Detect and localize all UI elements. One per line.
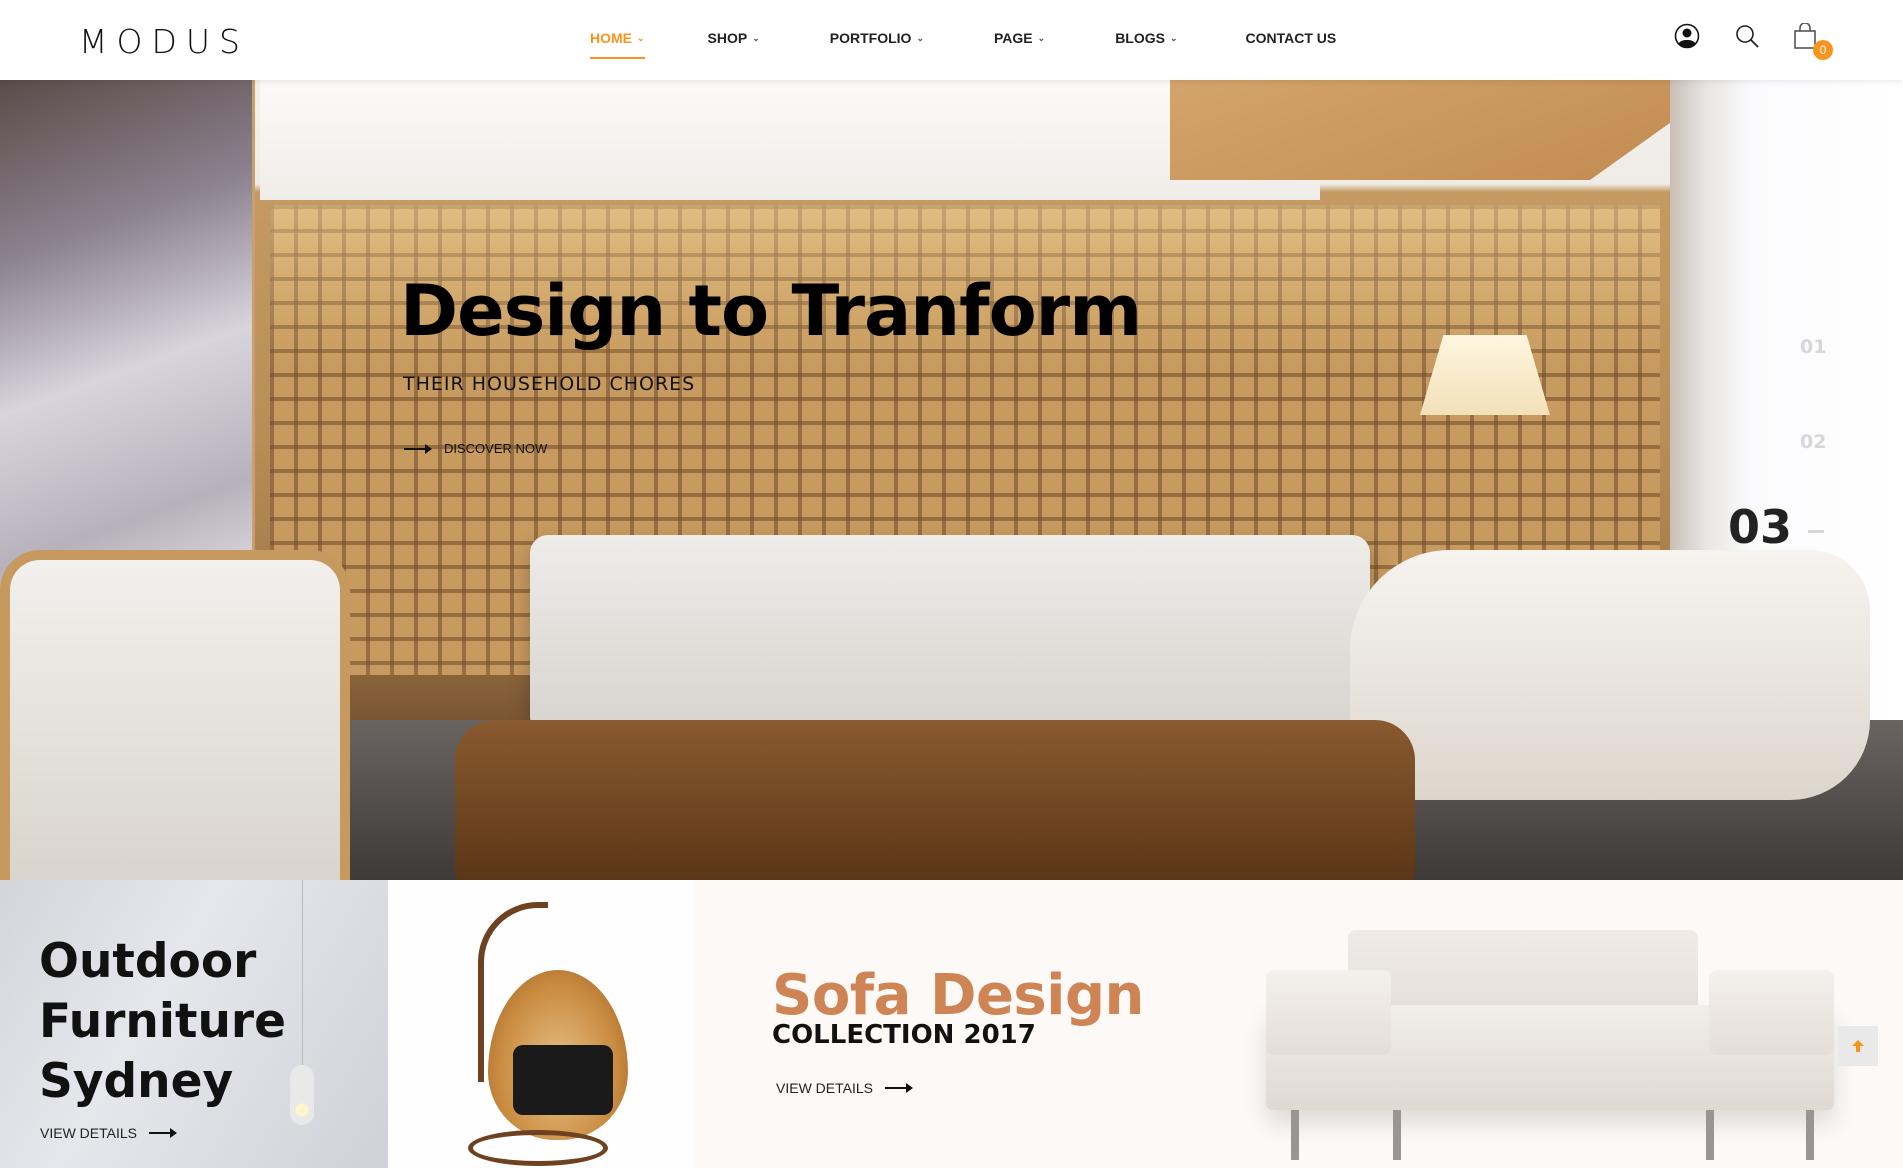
sofa-image-leg (1706, 1110, 1714, 1160)
sofa-image-leg (1291, 1110, 1299, 1160)
slide-dot-03-active[interactable]: 03 (1728, 500, 1792, 554)
arrow-right-icon (404, 443, 432, 454)
nav-home[interactable]: HOME ⌄ (590, 30, 645, 59)
hero-image-sofa (530, 535, 1370, 735)
banner-outdoor-furniture[interactable]: Outdoor Furniture Sydney VIEW DETAILS (0, 880, 388, 1168)
nav-shop[interactable]: SHOP ⌄ (708, 30, 760, 46)
arrow-right-icon (148, 1128, 177, 1138)
cart-count-badge: 0 (1813, 40, 1833, 60)
sofa-image-leg (1393, 1110, 1401, 1160)
sofa-image-arm-left (1266, 970, 1391, 1055)
chevron-down-icon: ⌄ (1037, 32, 1046, 43)
search-icon[interactable] (1733, 22, 1761, 50)
sofa-image-leg (1806, 1110, 1814, 1160)
nav-blogs[interactable]: BLOGS ⌄ (1115, 30, 1177, 46)
banner-sofa-subtitle: COLLECTION 2017 (772, 1020, 1036, 1050)
slide-pagination: 01 02 03 (1720, 80, 1840, 880)
header-actions: 0 (1673, 22, 1833, 60)
arrow-right-icon (884, 1083, 913, 1093)
hero-image-wood-ceiling (1170, 80, 1730, 180)
banner-sofa-design[interactable]: Sofa Design COLLECTION 2017 VIEW DETAILS (693, 880, 1903, 1168)
nav-shop-label: SHOP (707, 30, 748, 46)
nav-contact[interactable]: CONTACT US (1246, 30, 1337, 46)
banner-outdoor-title: Outdoor Furniture Sydney (39, 932, 286, 1112)
chevron-down-icon: ⌄ (916, 32, 924, 43)
title-line: Outdoor (39, 934, 257, 989)
title-line: Sydney (39, 1054, 234, 1109)
arrow-up-icon (1852, 1040, 1864, 1052)
banner-hanging-chair-image[interactable] (388, 880, 693, 1168)
title-line: Furniture (39, 994, 286, 1049)
discover-now-button[interactable]: DISCOVER NOW (404, 441, 547, 456)
hero-image-coffee-table (455, 720, 1415, 880)
nav-portfolio[interactable]: PORTFOLIO ⌄ (830, 30, 924, 46)
discover-now-label: DISCOVER NOW (444, 441, 548, 456)
main-nav: HOME ⌄ SHOP ⌄ PORTFOLIO ⌄ PAGE ⌄ BLOGS ⌄ CONT… (590, 30, 1337, 59)
chevron-down-icon: ⌄ (752, 32, 760, 43)
pendant-cord (302, 880, 303, 1070)
pendant-bulb-image (290, 1065, 314, 1125)
nav-portfolio-label: PORTFOLIO (829, 30, 912, 46)
slide-active-indicator (1808, 530, 1824, 533)
banner-sofa-title: Sofa Design (772, 963, 1144, 1028)
outdoor-view-details-link[interactable]: VIEW DETAILS (40, 1125, 177, 1141)
user-icon[interactable] (1673, 22, 1701, 50)
hero-subtitle: THEIR HOUSEHOLD CHORES (403, 373, 696, 395)
nav-page-label: PAGE (994, 30, 1033, 46)
hero-slider: Design to Tranform THEIR HOUSEHOLD CHORE… (0, 80, 1903, 880)
chevron-down-icon: ⌄ (1169, 32, 1178, 43)
sofa-image-arm-right (1709, 970, 1834, 1055)
site-header: MODUS HOME ⌄ SHOP ⌄ PORTFOLIO ⌄ PAGE ⌄ BLOGS… (0, 0, 1903, 80)
chevron-down-icon: ⌄ (637, 32, 645, 43)
nav-blogs-label: BLOGS (1115, 30, 1165, 46)
scroll-to-top-button[interactable] (1838, 1026, 1878, 1066)
view-details-label: VIEW DETAILS (776, 1080, 873, 1096)
view-details-label: VIEW DETAILS (40, 1125, 137, 1141)
nav-page[interactable]: PAGE ⌄ (994, 30, 1045, 46)
promo-banners: Outdoor Furniture Sydney VIEW DETAILS So… (0, 880, 1903, 1168)
chair-cushion (513, 1045, 613, 1115)
hero-title: Design to Tranform (400, 270, 1142, 352)
cart-icon[interactable]: 0 (1791, 22, 1833, 60)
nav-home-label: HOME (590, 30, 632, 46)
logo[interactable]: MODUS (79, 22, 249, 61)
slide-dot-01[interactable]: 01 (1800, 336, 1826, 358)
hero-image-artwork (0, 80, 255, 600)
hero-image-armchair (0, 550, 350, 880)
chair-base (468, 1130, 608, 1166)
hero-image-ceiling (260, 80, 1320, 200)
nav-contact-label: CONTACT US (1245, 30, 1337, 46)
sofa-view-details-link[interactable]: VIEW DETAILS (776, 1080, 913, 1096)
slide-dot-02[interactable]: 02 (1800, 431, 1826, 453)
